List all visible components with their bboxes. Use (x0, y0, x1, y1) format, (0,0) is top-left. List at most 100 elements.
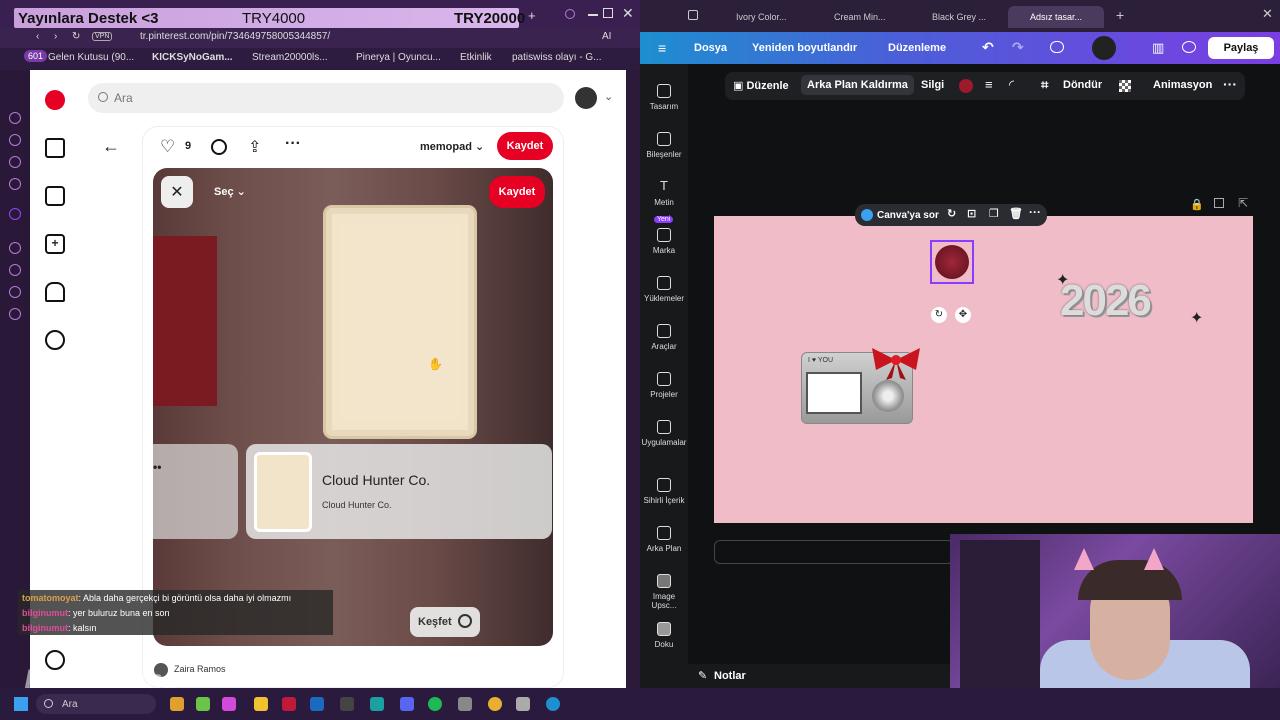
ai-label[interactable]: AI (602, 31, 611, 42)
delete-icon[interactable]: 🗑 (1009, 207, 1023, 220)
tab-adsiz[interactable]: Adsız tasar... (1008, 6, 1104, 28)
duplicate-icon[interactable]: ❐ (989, 207, 999, 220)
explore-button[interactable]: Keşfet (410, 607, 480, 637)
obs-icon[interactable] (340, 697, 354, 711)
sidebar-item-apps[interactable]: Uygulamalar (640, 420, 688, 447)
share-icon[interactable]: ⇪ (248, 137, 261, 157)
more-options-icon[interactable]: ··· (1029, 205, 1041, 219)
edit-menu[interactable]: Düzenleme (888, 42, 946, 54)
sidebar-item-texture[interactable]: Doku (640, 622, 688, 649)
source-card[interactable]: Cloud Hunter Co. Cloud Hunter Co. (246, 444, 552, 539)
animate-tool[interactable]: Animasyon (1153, 79, 1212, 91)
taskbar-app-icon[interactable] (458, 697, 472, 711)
color-swatch[interactable] (959, 79, 973, 93)
crop-icon[interactable]: ⌗ (1041, 77, 1048, 93)
rotate-tool[interactable]: Döndür (1063, 79, 1102, 91)
bookmark-item[interactable]: patiswiss olayı - G... (512, 52, 601, 63)
save-overlay-button[interactable]: Kaydet (489, 176, 545, 208)
edit-tool[interactable]: ▣ Düzenle (733, 79, 789, 92)
bookmark-item[interactable]: KICKSyNoGam... (152, 52, 233, 63)
search-icon[interactable] (565, 9, 575, 19)
notifications-icon[interactable] (45, 282, 65, 302)
close-icon[interactable]: ✕ (161, 176, 193, 208)
cloud-save-icon[interactable] (1050, 41, 1064, 53)
source-card-prev[interactable]: •• (153, 444, 238, 539)
balloon-year-image[interactable]: 2026 (1060, 276, 1152, 326)
messages-icon[interactable] (45, 330, 65, 350)
new-tab-icon[interactable]: + (1116, 7, 1124, 23)
notes-button[interactable]: Notlar (714, 670, 746, 682)
bookmark-item[interactable]: Stream20000ls... (252, 52, 328, 63)
back-arrow-icon[interactable]: ← (102, 136, 120, 157)
add-page-icon[interactable]: ⇱ (1238, 196, 1248, 210)
sidebar-app-icon[interactable] (9, 286, 21, 298)
sidebar-item-upscale[interactable]: Image Upsc... (640, 574, 688, 610)
transparency-icon[interactable] (1119, 80, 1131, 92)
chevron-down-icon[interactable]: ⌄ (604, 90, 613, 103)
maximize-icon[interactable] (603, 8, 613, 18)
xbox-icon[interactable] (196, 697, 210, 711)
minimize-icon[interactable] (588, 14, 598, 16)
tab-ivory[interactable]: Ivory Color... (714, 6, 810, 28)
duplicate-page-icon[interactable] (1214, 198, 1224, 208)
pinterest-logo-icon[interactable] (45, 90, 65, 110)
sidebar-item-design[interactable]: Tasarım (640, 84, 688, 111)
taskbar-app-icon[interactable] (516, 697, 530, 711)
share-button[interactable]: Paylaş (1208, 37, 1274, 59)
discord-icon[interactable] (400, 697, 414, 711)
ask-canva-bar[interactable]: Canva'ya sor ↻ ⊡ ❐ 🗑 ··· (855, 204, 1047, 226)
taskbar-app-icon[interactable] (222, 697, 236, 711)
back-icon[interactable]: ‹ (36, 31, 39, 42)
close-window-icon[interactable]: ✕ (1262, 6, 1273, 22)
rotate-handle-icon[interactable]: ↻ (931, 307, 947, 323)
avatar[interactable] (1092, 36, 1116, 60)
sidebar-app-icon[interactable] (9, 242, 21, 254)
new-tab-icon[interactable]: + (528, 8, 536, 23)
refresh-icon[interactable]: ↻ (947, 207, 956, 220)
sidebar-item-uploads[interactable]: Yüklemeler (640, 276, 688, 303)
sidebar-app-icon[interactable] (9, 178, 21, 190)
select-dropdown[interactable]: Seç ⌄ (214, 185, 246, 198)
sidebar-app-icon[interactable] (9, 156, 21, 168)
sidebar-item-elements[interactable]: Bileşenler (640, 132, 688, 159)
sidebar-item-brand[interactable]: Marka (640, 228, 688, 255)
corner-radius-icon[interactable]: ◜ (1009, 77, 1014, 93)
vpn-badge[interactable]: VPN (92, 32, 113, 41)
create-icon[interactable]: + (45, 234, 65, 254)
comment-icon[interactable] (211, 139, 227, 155)
edge-icon[interactable] (546, 697, 560, 711)
sidebar-item-tools[interactable]: Araçlar (640, 324, 688, 351)
sidebar-app-icon[interactable] (9, 134, 21, 146)
settings-icon[interactable] (9, 308, 21, 320)
bookmark-item[interactable]: Etkinlik (460, 52, 492, 63)
board-selector[interactable]: memopad ⌄ (420, 140, 484, 153)
close-window-icon[interactable]: ✕ (622, 5, 634, 22)
steam-icon[interactable] (310, 697, 324, 711)
sidebar-item-background[interactable]: Arka Plan (640, 526, 688, 553)
more-options-icon[interactable]: ··· (285, 135, 301, 153)
tab-cream[interactable]: Cream Min... (812, 6, 908, 28)
redo-icon[interactable]: ↷ (1012, 39, 1024, 56)
reload-icon[interactable]: ↻ (72, 31, 80, 42)
badge-count[interactable]: 601 (24, 50, 48, 62)
move-handle-icon[interactable]: ✥ (955, 307, 971, 323)
home-icon[interactable] (45, 138, 65, 158)
resize-menu[interactable]: Yeniden boyutlandır (752, 42, 857, 54)
address-bar[interactable]: ‹ › ↻ VPN tr.pinterest.com/pin/734649758… (0, 28, 640, 48)
comment-icon[interactable] (1182, 41, 1196, 53)
analytics-icon[interactable]: ▥ (1152, 40, 1164, 56)
undo-icon[interactable]: ↶ (982, 39, 994, 56)
file-menu[interactable]: Dosya (694, 42, 727, 54)
lock-icon[interactable]: 🔒 (1190, 198, 1204, 211)
start-icon[interactable] (14, 697, 28, 711)
tab-icon[interactable] (688, 10, 698, 20)
add-page-bar[interactable] (714, 540, 954, 564)
file-explorer-icon[interactable] (254, 697, 268, 711)
taskbar-search[interactable]: Ara (36, 694, 156, 714)
avatar[interactable] (575, 87, 597, 109)
opera-icon[interactable] (282, 697, 296, 711)
taskbar-app-icon[interactable] (170, 697, 184, 711)
twitch-icon[interactable] (9, 208, 21, 220)
heart-icon[interactable]: ♡ (160, 137, 175, 157)
forward-icon[interactable]: › (54, 31, 57, 42)
